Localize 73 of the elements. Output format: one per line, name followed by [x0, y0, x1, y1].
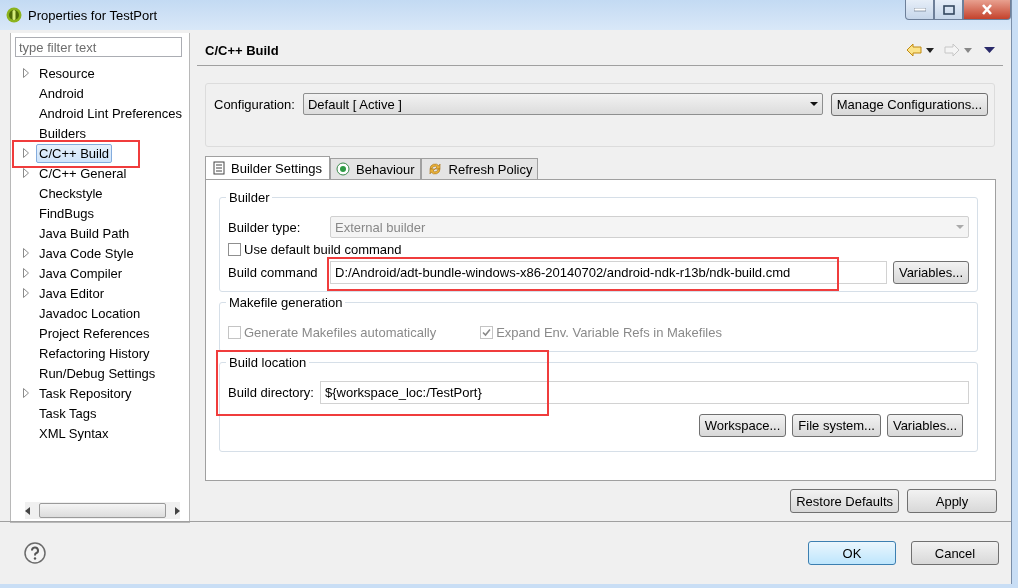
builder-type-label: Builder type: — [228, 219, 302, 235]
scroll-left-icon[interactable] — [25, 506, 31, 515]
tree-item[interactable]: Task Repository — [36, 383, 135, 403]
tree-item[interactable]: Builders — [36, 123, 89, 143]
checkbox-label: Generate Makefiles automatically — [244, 324, 437, 340]
tree-item[interactable]: Javadoc Location — [36, 303, 144, 323]
tree-item[interactable]: Checkstyle — [36, 183, 106, 203]
expand-icon[interactable] — [23, 248, 29, 258]
group-title: Builder — [226, 190, 273, 205]
radio-icon — [336, 162, 351, 176]
refresh-icon — [426, 161, 443, 177]
tree-item[interactable]: Project References — [36, 323, 153, 343]
build-command-field[interactable]: D:/Android/adt-bundle-windows-x86-20140702/android-ndk-r13b/ndk-build.cmd — [330, 260, 887, 284]
group-title: Build location — [226, 355, 310, 370]
build-directory-field[interactable]: ${workspace_loc:/TestPort} — [320, 380, 969, 404]
maximize-icon — [942, 4, 955, 15]
caret-icon — [809, 102, 818, 106]
caret-icon — [956, 225, 964, 229]
checkbox-label: Use default build command — [244, 242, 402, 257]
help-icon[interactable] — [24, 542, 46, 564]
app-icon — [6, 7, 22, 23]
minimize-button[interactable] — [905, 0, 934, 20]
browse-button[interactable]: File system... — [792, 414, 881, 437]
tree-item[interactable]: Task Tags — [36, 403, 100, 423]
expand-icon[interactable] — [23, 148, 29, 158]
expand-icon[interactable] — [23, 288, 29, 298]
checkbox[interactable] — [228, 243, 241, 256]
page-button[interactable]: Restore Defaults — [790, 489, 899, 513]
close-button[interactable] — [963, 0, 1011, 20]
scroll-right-icon[interactable] — [174, 506, 180, 515]
close-icon — [981, 4, 993, 15]
filter-field[interactable]: type filter text — [15, 37, 182, 57]
tree-item[interactable]: XML Syntax — [36, 423, 112, 443]
expand-icon[interactable] — [23, 268, 29, 278]
browse-button[interactable]: Workspace... — [698, 414, 787, 437]
expand-icon[interactable] — [23, 68, 29, 78]
tree-item[interactable]: Java Code Style — [36, 243, 137, 263]
minimize-icon — [913, 7, 926, 12]
configuration-dropdown[interactable]: Default [ Active ] — [302, 93, 823, 115]
maximize-button[interactable] — [934, 0, 963, 20]
page-button[interactable]: Apply — [907, 489, 997, 513]
manage-configurations-button[interactable]: Manage Configurations... — [830, 93, 988, 116]
tree-item[interactable]: FindBugs — [36, 203, 97, 223]
list-icon — [213, 161, 225, 175]
window-title: Properties for TestPort — [28, 7, 158, 23]
tree-item[interactable]: C/C++ Build — [36, 143, 113, 163]
menu-icon[interactable] — [984, 47, 995, 53]
page-title: C/C++ Build — [205, 42, 279, 58]
tab[interactable]: Builder Settings — [205, 156, 331, 179]
expand-icon[interactable] — [23, 168, 29, 178]
tab[interactable]: Behaviour — [330, 158, 421, 179]
browse-button[interactable]: Variables... — [886, 414, 963, 437]
tree-item[interactable]: Java Compiler — [36, 263, 126, 283]
build-directory-label: Build directory: — [228, 384, 314, 400]
variables-button[interactable]: Variables... — [892, 260, 969, 284]
tree-item[interactable]: Android Lint Preferences — [35, 103, 185, 123]
tree-item[interactable]: Run/Debug Settings — [36, 363, 159, 383]
expand-icon[interactable] — [23, 388, 29, 398]
dialog-button[interactable]: OK — [808, 541, 896, 565]
tab[interactable]: Refresh Policy — [420, 158, 539, 179]
group-title: Makefile generation — [226, 295, 346, 310]
tree-item[interactable]: Refactoring History — [36, 343, 153, 363]
tree-item[interactable]: C/C++ General — [36, 163, 130, 183]
tree-item[interactable]: Java Build Path — [36, 223, 133, 243]
dropdown-icon[interactable] — [926, 47, 934, 53]
tree-item[interactable]: Java Editor — [36, 283, 108, 303]
configuration-label: Configuration: — [214, 96, 295, 114]
dialog-button[interactable]: Cancel — [911, 541, 999, 565]
horizontal-scrollbar[interactable] — [25, 502, 180, 519]
tree-item[interactable]: Resource — [36, 63, 98, 83]
build-command-label: Build command — [228, 264, 319, 280]
checkbox-label: Expand Env. Variable Refs in Makefiles — [496, 324, 722, 340]
tree-item[interactable]: Android — [36, 83, 87, 103]
